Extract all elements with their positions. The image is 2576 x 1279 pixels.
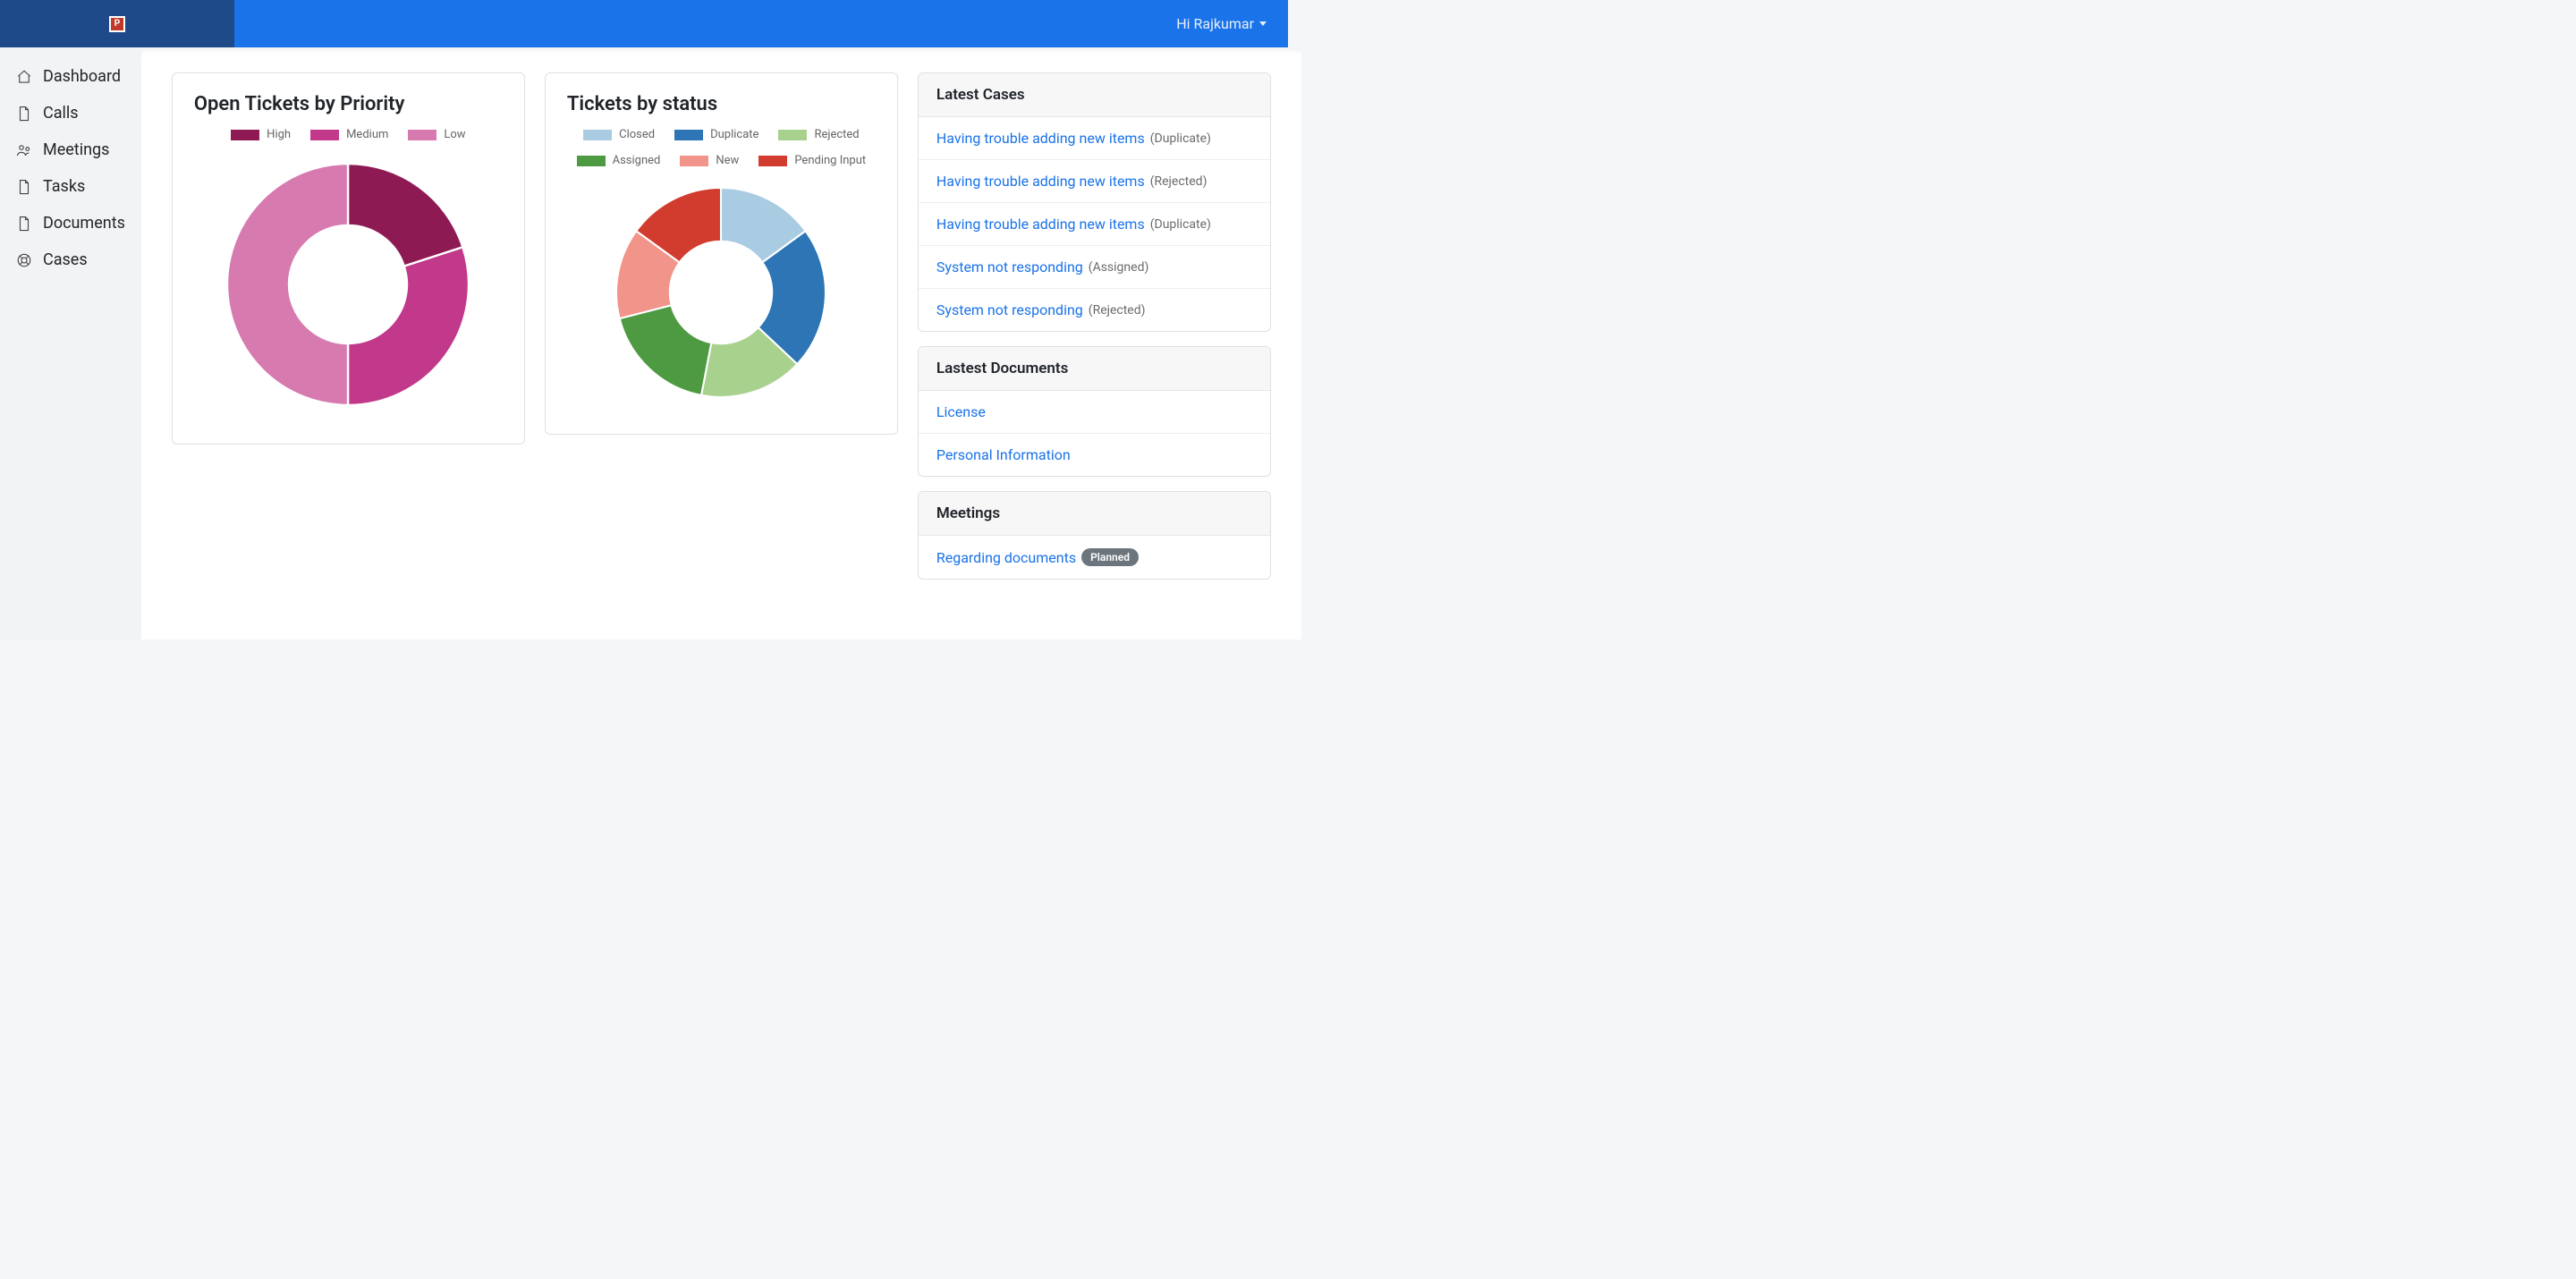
legend-swatch — [310, 130, 339, 140]
file-icon — [16, 216, 32, 232]
list-item: Having trouble adding new items (Duplicat… — [919, 117, 1270, 159]
legend-label: Closed — [619, 128, 655, 141]
chart-slice[interactable] — [348, 164, 462, 267]
list-item: Having trouble adding new items (Rejected… — [919, 159, 1270, 202]
meeting-link[interactable]: Regarding documents — [936, 549, 1076, 566]
legend-item[interactable]: Pending Input — [758, 154, 866, 167]
legend-swatch — [583, 130, 612, 140]
sidebar-item-label: Calls — [43, 104, 79, 123]
legend-item[interactable]: Medium — [310, 128, 388, 141]
document-link[interactable]: Personal Information — [936, 446, 1071, 463]
legend-label: Pending Input — [794, 154, 866, 167]
donut-chart-priority — [214, 150, 482, 419]
chart-card-status: Tickets by status Closed Duplicate Rejecte… — [545, 72, 898, 435]
sidebar: Dashboard Calls Meetings Tasks Documents… — [0, 47, 141, 640]
case-link[interactable]: System not responding — [936, 301, 1083, 318]
document-link[interactable]: License — [936, 403, 986, 420]
case-status: (Assigned) — [1089, 260, 1149, 275]
legend-label: High — [267, 128, 291, 141]
brand-area: P — [0, 0, 234, 47]
top-bar: P Hi Rajkumar — [0, 0, 1288, 47]
panel-title: Latest Cases — [919, 73, 1270, 117]
sidebar-item-tasks[interactable]: Tasks — [0, 168, 141, 205]
lifebuoy-icon — [16, 252, 32, 268]
chart-slice[interactable] — [227, 164, 348, 405]
legend-swatch — [674, 130, 703, 140]
legend-label: Low — [444, 128, 465, 141]
file-icon — [16, 179, 32, 195]
case-status: (Rejected) — [1089, 303, 1146, 318]
sidebar-item-label: Meetings — [43, 140, 109, 159]
legend-label: Medium — [346, 128, 388, 141]
chart-title: Open Tickets by Priority — [194, 93, 503, 115]
chevron-down-icon — [1259, 21, 1267, 26]
sidebar-item-label: Dashboard — [43, 67, 121, 86]
panel-title: Meetings — [919, 492, 1270, 536]
chart-title: Tickets by status — [567, 93, 876, 115]
chart-legend: High Medium Low — [194, 128, 503, 141]
list-item: System not responding (Assigned) — [919, 245, 1270, 288]
case-status: (Duplicate) — [1150, 217, 1211, 232]
legend-item[interactable]: Rejected — [778, 128, 859, 141]
file-icon — [16, 106, 32, 122]
legend-item[interactable]: Assigned — [577, 154, 661, 167]
legend-swatch — [408, 130, 436, 140]
brand-logo-icon: P — [109, 16, 125, 32]
status-badge: Planned — [1081, 548, 1139, 566]
sidebar-item-label: Tasks — [43, 177, 85, 196]
top-bar-main: Hi Rajkumar — [234, 0, 1288, 47]
legend-label: New — [716, 154, 739, 167]
main-content: Open Tickets by Priority High Medium Low T… — [141, 47, 1301, 640]
legend-item[interactable]: Duplicate — [674, 128, 758, 141]
chart-slice[interactable] — [348, 247, 469, 405]
panel-title: Lastest Documents — [919, 347, 1270, 391]
legend-swatch — [231, 130, 259, 140]
sidebar-item-documents[interactable]: Documents — [0, 205, 141, 241]
people-icon — [16, 142, 32, 158]
list-item: License — [919, 391, 1270, 433]
list-item: Having trouble adding new items (Duplicat… — [919, 202, 1270, 245]
home-icon — [16, 69, 32, 85]
user-greeting: Hi Rajkumar — [1176, 15, 1254, 32]
legend-label: Rejected — [814, 128, 859, 141]
legend-item[interactable]: Low — [408, 128, 465, 141]
case-status: (Duplicate) — [1150, 131, 1211, 146]
case-link[interactable]: Having trouble adding new items — [936, 130, 1145, 147]
sidebar-item-meetings[interactable]: Meetings — [0, 131, 141, 168]
chart-slice[interactable] — [620, 305, 712, 395]
user-menu[interactable]: Hi Rajkumar — [1176, 15, 1267, 32]
case-status: (Rejected) — [1150, 174, 1208, 189]
donut-chart-status — [605, 176, 837, 409]
legend-swatch — [680, 156, 708, 166]
list-item: Regarding documents Planned — [919, 536, 1270, 579]
case-link[interactable]: System not responding — [936, 258, 1083, 275]
sidebar-item-label: Documents — [43, 214, 125, 233]
legend-swatch — [758, 156, 787, 166]
legend-item[interactable]: New — [680, 154, 739, 167]
legend-item[interactable]: High — [231, 128, 291, 141]
panel-meetings: Meetings Regarding documents Planned — [918, 491, 1271, 580]
case-link[interactable]: Having trouble adding new items — [936, 216, 1145, 233]
legend-label: Assigned — [613, 154, 661, 167]
chart-card-priority: Open Tickets by Priority High Medium Low — [172, 72, 525, 445]
chart-legend: Closed Duplicate Rejected Assigned New Pendin… — [567, 128, 876, 167]
legend-item[interactable]: Closed — [583, 128, 655, 141]
case-link[interactable]: Having trouble adding new items — [936, 173, 1145, 190]
sidebar-item-cases[interactable]: Cases — [0, 241, 141, 278]
list-item: System not responding (Rejected) — [919, 288, 1270, 331]
sidebar-item-dashboard[interactable]: Dashboard — [0, 58, 141, 95]
right-column: Latest Cases Having trouble adding new i… — [918, 72, 1271, 580]
panel-latest-cases: Latest Cases Having trouble adding new i… — [918, 72, 1271, 332]
legend-swatch — [778, 130, 807, 140]
sidebar-item-calls[interactable]: Calls — [0, 95, 141, 131]
sidebar-item-label: Cases — [43, 250, 88, 269]
list-item: Personal Information — [919, 433, 1270, 476]
panel-latest-documents: Lastest Documents License Personal Inform… — [918, 346, 1271, 477]
legend-label: Duplicate — [710, 128, 758, 141]
legend-swatch — [577, 156, 606, 166]
